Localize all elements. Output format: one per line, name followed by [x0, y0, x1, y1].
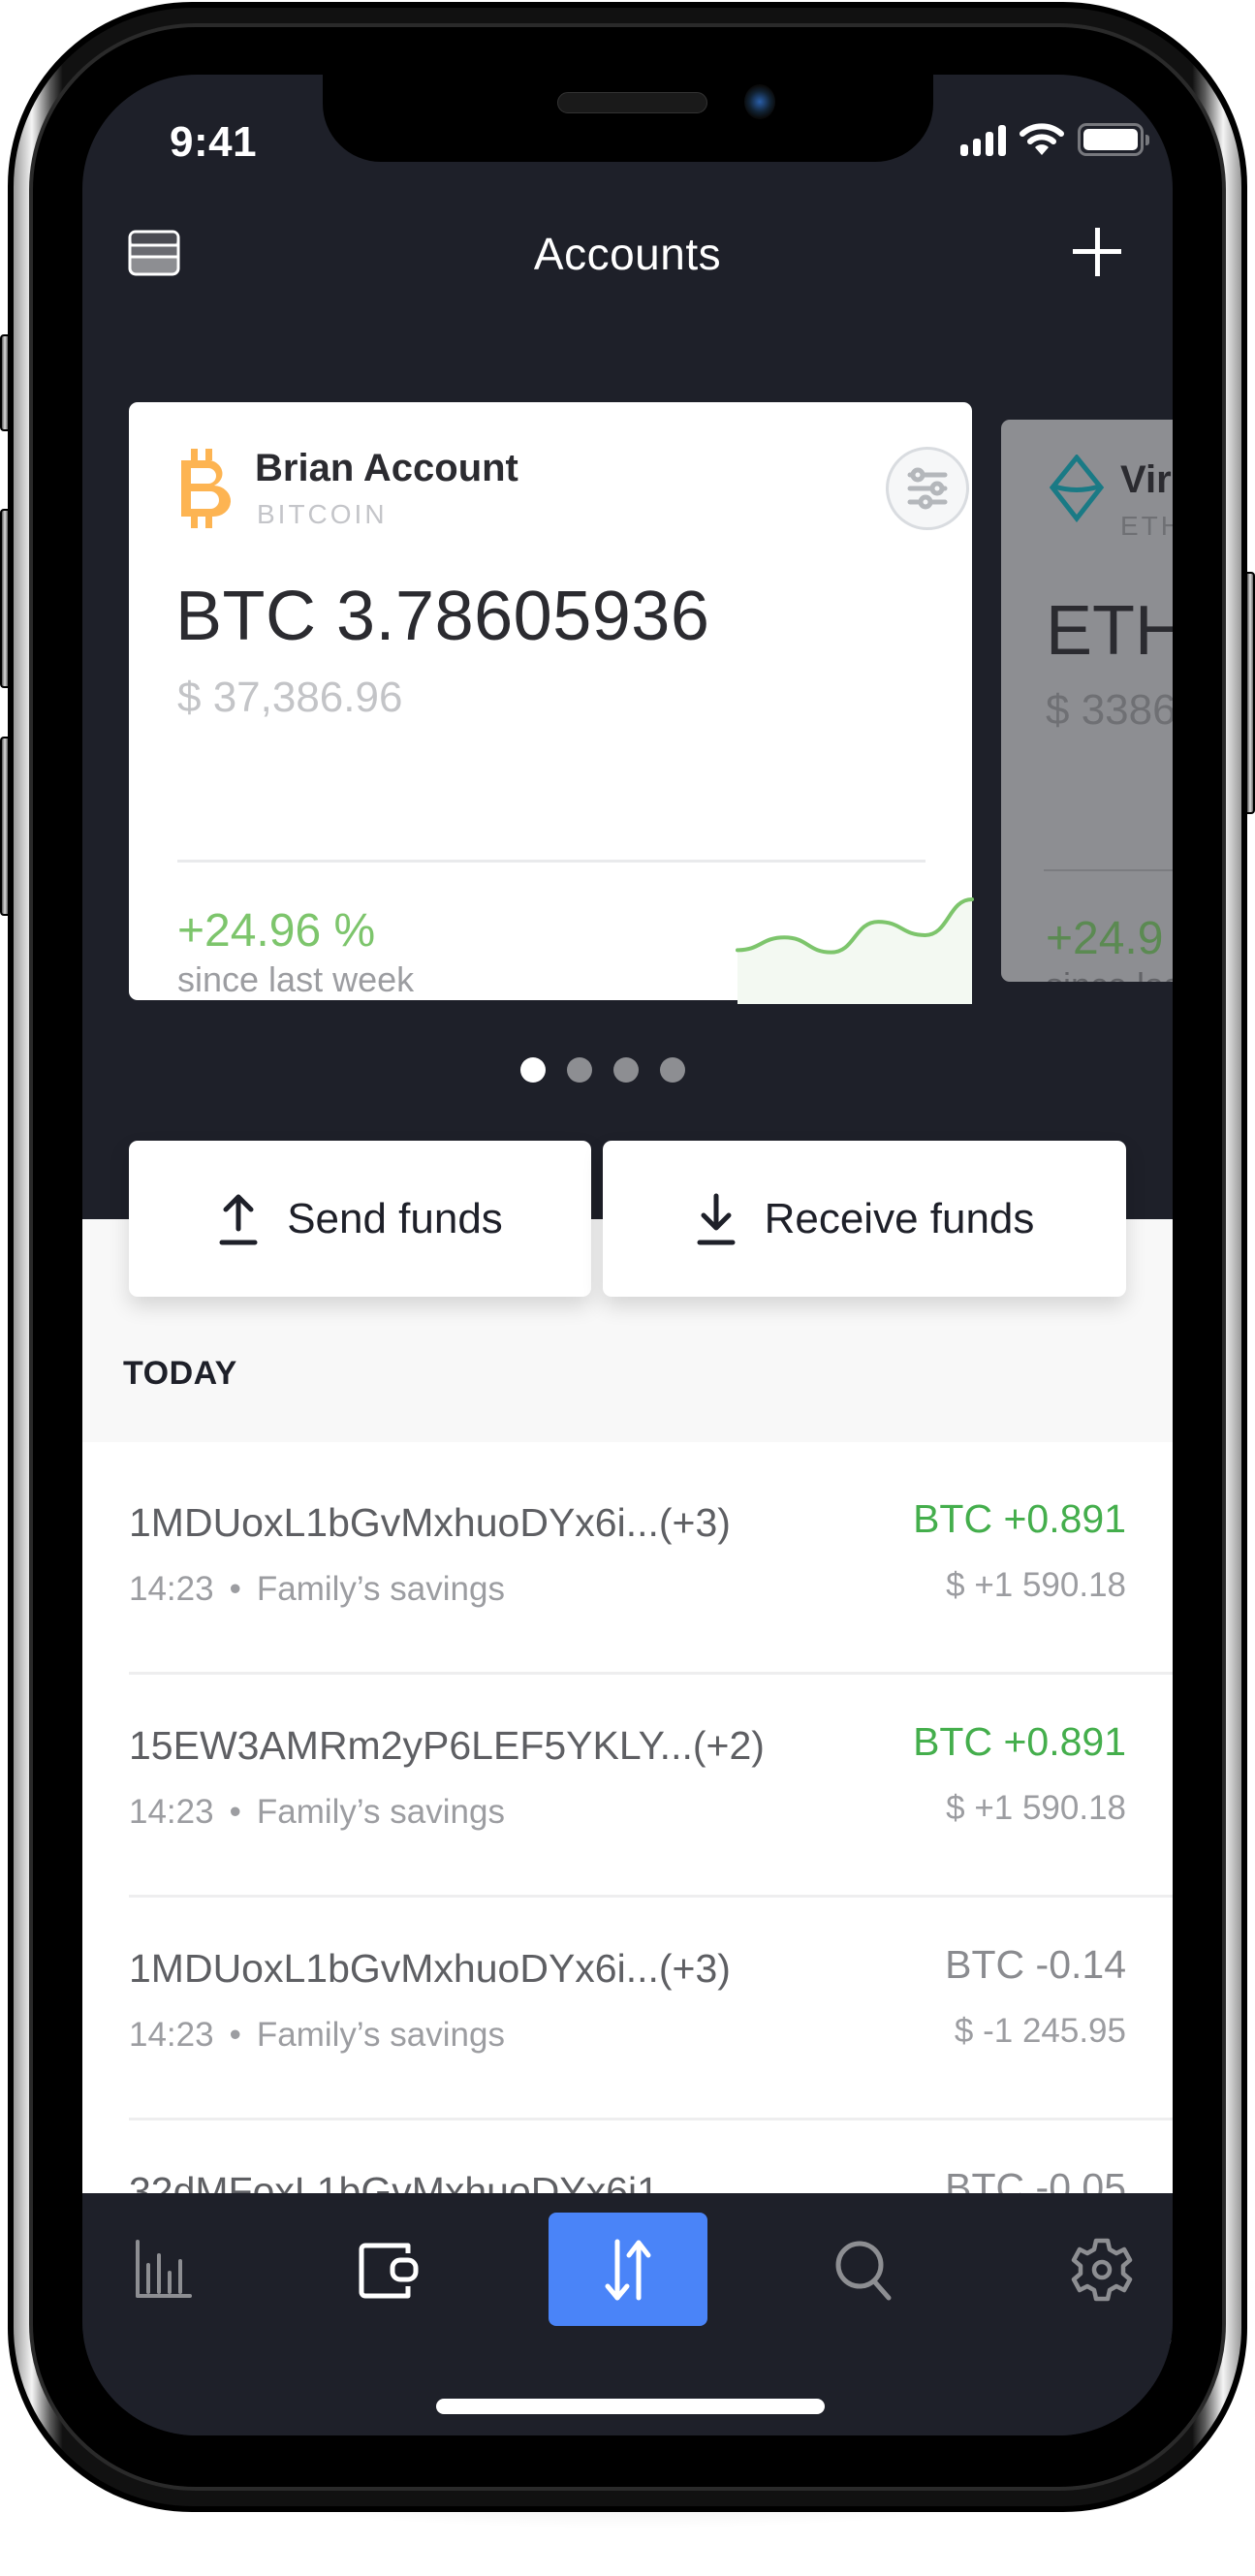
tab-bar: [82, 2193, 1173, 2435]
transaction-address: 1MDUoxL1bGvMxhuoDYx6i...(+3): [129, 1946, 731, 1991]
transaction-time: 14:23: [129, 1793, 214, 1831]
carousel-pager: [82, 1057, 1173, 1083]
transaction-fiat: $ -1 245.95: [954, 2012, 1126, 2050]
tab-settings[interactable]: [1022, 2213, 1173, 2326]
ethereum-icon: [1049, 455, 1105, 522]
card-divider: [1044, 869, 1173, 871]
account-name: Vir: [1120, 458, 1172, 501]
account-change-period: since las: [1046, 965, 1173, 982]
pager-dot[interactable]: [566, 1057, 592, 1083]
meta-separator: •: [229, 1570, 241, 1608]
account-balance: BTC 3.78605936: [175, 578, 710, 655]
pager-dot[interactable]: [519, 1057, 546, 1083]
app-screen: 9:41 Accounts Brian Account BITCOIN BTC …: [82, 75, 1173, 2435]
pager-dot[interactable]: [612, 1057, 639, 1083]
silent-switch: [0, 334, 10, 431]
tab-search[interactable]: [785, 2213, 944, 2326]
send-funds-label: Send funds: [287, 1194, 503, 1242]
transaction-address: 15EW3AMRm2yP6LEF5YKLY...(+2): [129, 1723, 765, 1768]
transaction-meta: 14:23 • Family’s savings: [129, 2016, 505, 2055]
transaction-row[interactable]: 15EW3AMRm2yP6LEF5YKLY...(+2) 14:23 • Family…: [129, 1675, 1173, 1898]
transaction-amount: BTC +0.891: [913, 1719, 1126, 1764]
volume-up-button: [0, 509, 10, 688]
transfer-arrows-icon: [605, 2239, 651, 2300]
account-fiat-value: $ 3386: [1046, 686, 1173, 734]
status-time: 9:41: [170, 118, 258, 166]
account-card[interactable]: Brian Account BITCOIN BTC 3.78605936 $ 3…: [129, 402, 974, 1004]
signal-icon: [960, 125, 1006, 156]
sparkline-area: [737, 899, 972, 1004]
transaction-amount: BTC +0.891: [913, 1496, 1126, 1541]
receive-funds-button[interactable]: Receive funds: [603, 1141, 1126, 1297]
transaction-meta: 14:23 • Family’s savings: [129, 1570, 505, 1609]
transaction-time: 14:23: [129, 2016, 214, 2054]
account-currency: BITCOIN: [257, 499, 388, 529]
transaction-amount: BTC -0.14: [945, 1942, 1126, 1987]
meta-separator: •: [229, 2016, 241, 2054]
device-notch: [323, 75, 933, 162]
pager-dot[interactable]: [659, 1057, 685, 1083]
account-change-period: since last week: [177, 959, 415, 999]
gear-icon: [1071, 2238, 1133, 2301]
transaction-account: Family’s savings: [256, 2016, 505, 2054]
tab-portfolio[interactable]: [82, 2213, 241, 2326]
transaction-row[interactable]: 1MDUoxL1bGvMxhuoDYx6i...(+3) 14:23 • Family…: [129, 1898, 1173, 2120]
sparkline-chart: [736, 897, 974, 1004]
transaction-meta: 14:23 • Family’s savings: [129, 1793, 505, 1832]
home-indicator[interactable]: [436, 2399, 825, 2414]
transaction-time: 14:23: [129, 1570, 214, 1608]
section-header-today: TODAY: [123, 1355, 237, 1392]
account-change: +24.9: [1046, 913, 1164, 964]
transaction-account: Family’s savings: [256, 1570, 505, 1608]
status-icons: [960, 123, 1149, 156]
transaction-list: 1MDUoxL1bGvMxhuoDYx6i...(+3) 14:23 • Family…: [82, 1442, 1173, 2343]
account-card-secondary[interactable]: Vir ETH ETH $ 3386 +24.9 since las: [1001, 420, 1173, 982]
wallet-icon: [359, 2243, 419, 2298]
battery-icon: [1078, 123, 1149, 156]
add-account-button[interactable]: [1073, 228, 1121, 276]
tab-transfer[interactable]: [549, 2213, 707, 2326]
bar-chart-icon: [136, 2239, 192, 2298]
transaction-address: 1MDUoxL1bGvMxhuoDYx6i...(+3): [129, 1500, 731, 1545]
account-balance: ETH: [1046, 592, 1173, 670]
bitcoin-icon: [181, 449, 232, 528]
transaction-account: Family’s savings: [256, 1793, 505, 1831]
wifi-icon: [1020, 123, 1064, 155]
transaction-row[interactable]: 1MDUoxL1bGvMxhuoDYx6i...(+3) 14:23 • Family…: [129, 1452, 1173, 1675]
download-arrow-icon: [697, 1193, 736, 1244]
send-funds-button[interactable]: Send funds: [129, 1141, 591, 1297]
sliders-icon: [907, 467, 948, 510]
transaction-fiat: $ +1 590.18: [946, 1566, 1126, 1604]
power-button: [1245, 572, 1255, 814]
meta-separator: •: [229, 1793, 241, 1831]
account-name: Brian Account: [255, 447, 518, 489]
upload-arrow-icon: [219, 1194, 258, 1244]
front-camera: [744, 84, 775, 119]
speaker: [557, 92, 707, 113]
account-change: +24.96 %: [177, 905, 376, 957]
account-currency: ETH: [1120, 511, 1173, 541]
volume-down-button: [0, 737, 10, 916]
tab-accounts[interactable]: [308, 2213, 467, 2326]
search-icon: [835, 2241, 892, 2300]
transaction-fiat: $ +1 590.18: [946, 1789, 1126, 1827]
page-title: Accounts: [533, 229, 722, 279]
account-settings-button[interactable]: [886, 447, 969, 530]
card-divider: [177, 860, 926, 863]
receive-funds-label: Receive funds: [764, 1194, 1035, 1242]
account-fiat-value: $ 37,386.96: [177, 674, 403, 721]
